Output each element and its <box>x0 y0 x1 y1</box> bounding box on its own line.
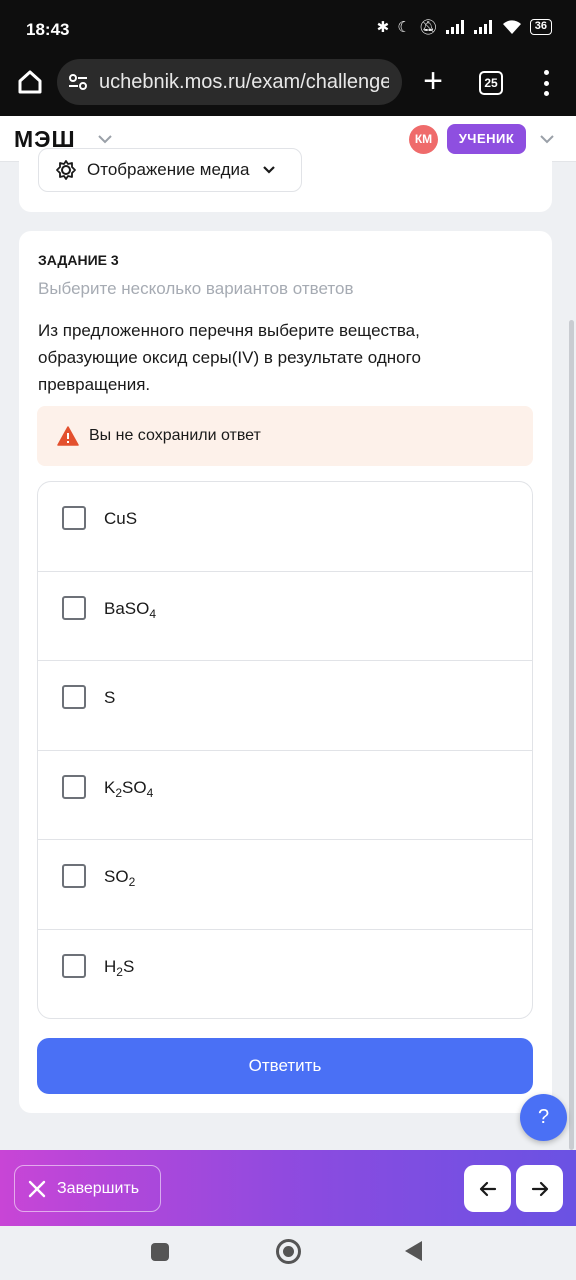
checkbox[interactable] <box>62 595 86 620</box>
answer-option[interactable]: K2SO4 <box>38 751 532 841</box>
answer-option[interactable]: BaSO4 <box>38 572 532 662</box>
scrollbar[interactable] <box>569 320 574 1150</box>
home-icon <box>18 70 42 94</box>
answer-option[interactable]: H2S <box>38 930 532 1018</box>
chevron-down-icon <box>263 166 276 174</box>
task-card: ЗАДАНИЕ 3 Выберите несколько вариантов о… <box>19 231 552 1113</box>
signal-icon <box>445 20 464 34</box>
answer-option[interactable]: CuS <box>38 482 532 572</box>
finish-button[interactable]: Завершить <box>14 1165 161 1212</box>
arrow-left-icon <box>479 1181 496 1196</box>
warning-text: Вы не сохранили ответ <box>89 427 261 444</box>
checkbox[interactable] <box>62 864 86 889</box>
help-button[interactable]: ? <box>520 1094 567 1141</box>
browser-menu-button[interactable] <box>534 68 558 98</box>
next-button[interactable] <box>516 1165 563 1212</box>
media-display-button[interactable]: Отображение медиа <box>38 148 302 192</box>
option-label: SO2 <box>104 867 136 890</box>
task-number: ЗАДАНИЕ 3 <box>38 252 119 268</box>
browser-chrome: 18:43 ✱ ☾ 🔕︎ 36 uchebnik.mos.ru/exam/cha… <box>0 0 576 116</box>
option-label: BaSO4 <box>104 598 157 621</box>
option-label: K2SO4 <box>104 777 154 800</box>
task-hint: Выберите несколько вариантов ответов <box>38 279 354 298</box>
submit-answer-button[interactable]: Ответить <box>37 1038 533 1094</box>
url-text: uchebnik.mos.ru/exam/challenge/88 <box>99 70 389 93</box>
checkbox[interactable] <box>62 953 86 978</box>
role-badge[interactable]: УЧЕНИК <box>447 124 526 154</box>
wifi-icon <box>502 20 521 34</box>
bottom-action-bar: Завершить <box>0 1150 576 1226</box>
avatar[interactable]: КМ <box>409 125 438 154</box>
task-question: Из предложенного перечня выберите вещест… <box>38 321 421 394</box>
warning-banner: Вы не сохранили ответ <box>37 406 533 466</box>
warning-icon <box>57 426 79 446</box>
media-card: Отображение медиа <box>19 148 552 212</box>
gear-icon <box>56 160 76 180</box>
option-label: S <box>104 688 116 708</box>
recents-button[interactable] <box>151 1243 169 1261</box>
finish-label: Завершить <box>57 1179 140 1197</box>
answer-option[interactable]: S <box>38 661 532 751</box>
new-tab-button[interactable]: + <box>418 64 448 100</box>
arrow-right-icon <box>531 1181 548 1196</box>
option-label: H2S <box>104 956 135 979</box>
site-settings-icon <box>69 74 87 90</box>
chevron-down-icon[interactable] <box>96 130 114 148</box>
previous-button[interactable] <box>464 1165 511 1212</box>
media-display-label: Отображение медиа <box>87 160 250 179</box>
moon-icon: ☾ <box>397 19 411 36</box>
checkbox[interactable] <box>62 506 86 530</box>
close-icon <box>28 1180 46 1197</box>
answer-option[interactable]: SO2 <box>38 840 532 930</box>
bell-off-icon: 🔕︎ <box>418 19 438 36</box>
option-label: CuS <box>104 509 138 528</box>
chevron-down-icon[interactable] <box>538 130 556 148</box>
bluetooth-icon: ✱ <box>376 19 390 36</box>
signal-icon-2 <box>473 20 492 34</box>
answer-options: CuS BaSO4 S K2SO4 SO2 H2S <box>37 481 533 1019</box>
url-bar[interactable]: uchebnik.mos.ru/exam/challenge/88 <box>57 59 402 105</box>
back-button[interactable] <box>405 1241 422 1261</box>
checkbox[interactable] <box>62 774 86 799</box>
system-nav-bar <box>0 1226 576 1280</box>
home-system-button[interactable] <box>276 1239 301 1264</box>
status-icons: ✱ ☾ 🔕︎ 36 <box>377 18 552 36</box>
home-button[interactable] <box>12 64 48 100</box>
battery-icon: 36 <box>529 19 552 35</box>
status-time: 18:43 <box>26 20 70 39</box>
tab-switcher-button[interactable]: 25 <box>479 71 503 95</box>
checkbox[interactable] <box>62 685 86 710</box>
